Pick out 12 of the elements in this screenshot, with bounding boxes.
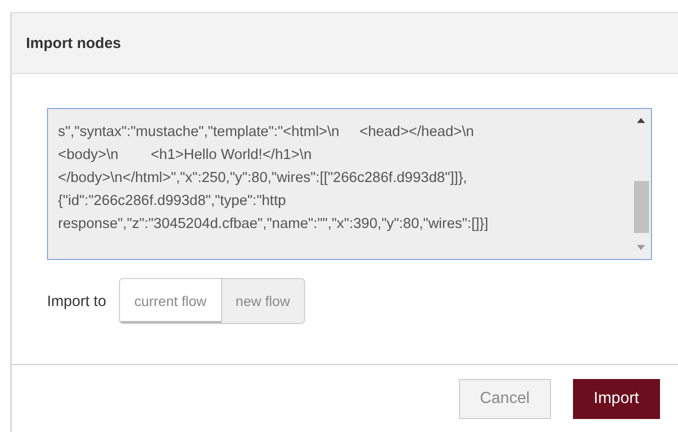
- import-text-area[interactable]: [47, 108, 652, 260]
- import-button[interactable]: Import: [572, 379, 660, 419]
- code-line: response","z":"3045204d.cfbae","name":"","x":390,"y":80,"wires":[]}]: [58, 215, 490, 234]
- flow-option[interactable]: new flow: [222, 279, 304, 323]
- import-to-label: Import to: [47, 292, 106, 310]
- code-line: </body>\n</html>","x":250,"y":80,"wires":[["266c286f.d993d8"]]},: [58, 169, 468, 188]
- flow-option[interactable]: current flow: [120, 279, 222, 323]
- cancel-button[interactable]: Cancel: [458, 379, 551, 419]
- code-line: {"id":"266c286f.d993d8","type":"http: [58, 192, 287, 211]
- dialog-title: Import nodes: [26, 34, 122, 52]
- code-line: s","syntax":"mustache","template":"<html>\n <head></head>\n: [58, 123, 475, 142]
- code-line: <body>\n <h1>Hello World!</h1>\n: [58, 146, 313, 165]
